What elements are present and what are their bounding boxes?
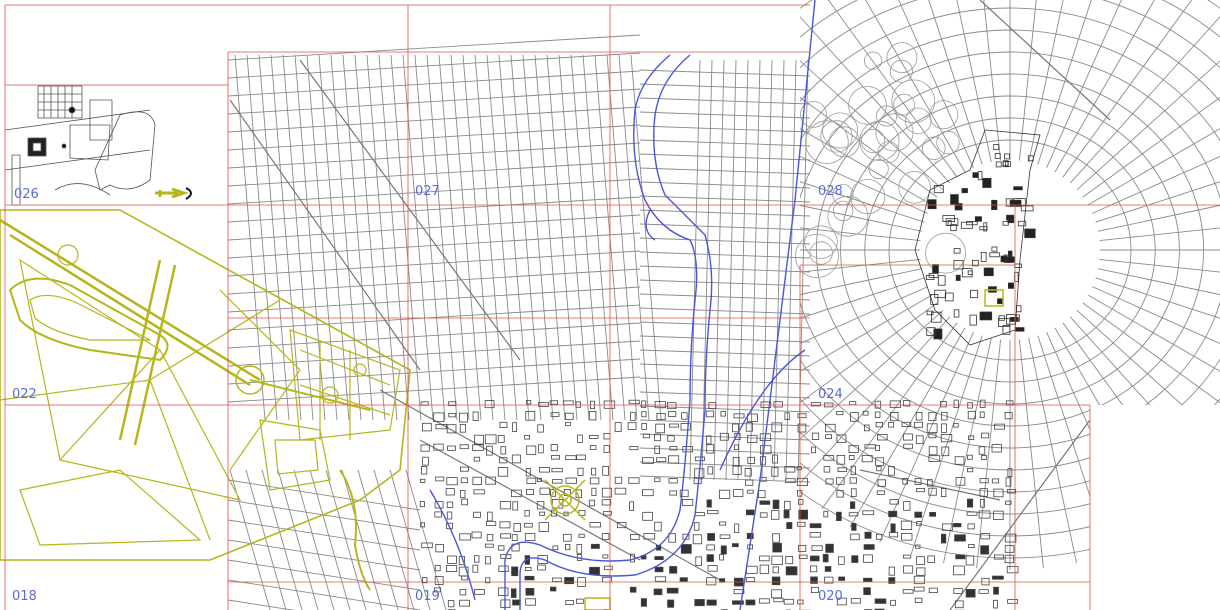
sheet-label-019: 019 <box>415 589 440 604</box>
city-cad-map[interactable]: 026 027 028 022 024 018 019 020 <box>0 0 1220 610</box>
sheet-label-022: 022 <box>12 387 37 402</box>
sheet-label-024: 024 <box>818 387 843 402</box>
sheet-label-018: 018 <box>12 589 37 604</box>
sheet-label-020: 020 <box>818 589 843 604</box>
sheet-label-027: 027 <box>415 184 440 199</box>
sheet-label-028: 028 <box>818 184 843 199</box>
sheet-label-026: 026 <box>14 187 39 202</box>
